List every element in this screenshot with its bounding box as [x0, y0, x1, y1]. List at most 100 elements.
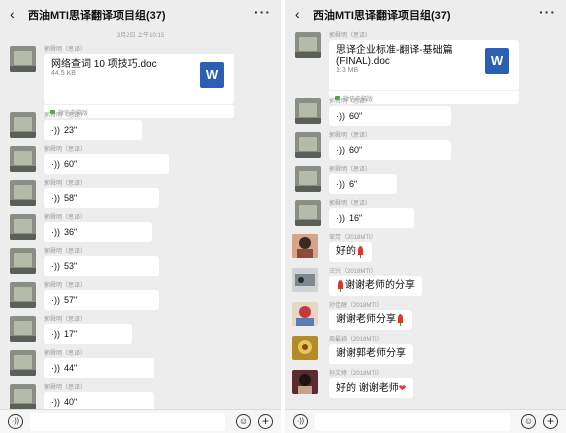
avatar[interactable] [10, 282, 36, 308]
message-input[interactable] [315, 413, 510, 431]
voice-wave-icon: ·)) [51, 261, 60, 271]
avatar[interactable] [295, 166, 321, 192]
avatar-photo [292, 234, 318, 258]
avatar-photo [292, 370, 318, 394]
avatar[interactable] [10, 248, 36, 274]
text-bubble[interactable]: 谢谢郭老师分享 [329, 344, 413, 364]
sender-name: 周最颖（2018MTI） [329, 337, 383, 343]
rose-emoji-icon [358, 246, 363, 258]
chat-screen-left: ‹ 西油MTI思译翻译项目组(37) ··· 3月2日 上午10:15 郭舜明（… [0, 0, 281, 433]
message-text: 谢谢老师的分享 [345, 280, 415, 291]
file-size: 1.3 MB [336, 67, 359, 74]
voice-wave-icon: ·)) [336, 145, 345, 155]
voice-duration: 44" [64, 363, 78, 373]
avatar[interactable] [292, 370, 318, 394]
back-arrow-icon[interactable]: ‹ [295, 6, 300, 22]
avatar[interactable] [10, 46, 36, 72]
voice-bubble[interactable]: ·)) 23" [44, 120, 142, 140]
text-bubble[interactable]: 谢谢老师分享 [329, 310, 412, 330]
voice-bubble[interactable]: ·)) 16" [329, 208, 414, 228]
sender-name: 郭舜明（思译） [44, 249, 87, 255]
voice-duration: 53" [64, 261, 78, 271]
voice-bubble[interactable]: ·)) 53" [44, 256, 159, 276]
voice-bubble[interactable]: ·)) 58" [44, 188, 159, 208]
voice-duration: 16" [349, 213, 363, 223]
plus-icon[interactable]: + [543, 414, 558, 429]
sender-name: 郭舜明（思译） [329, 201, 372, 207]
message-text: 好的 谢谢老师 [336, 383, 399, 394]
more-options-icon[interactable]: ··· [254, 4, 271, 20]
chat-title: 西油MTI思译翻译项目组(37) [313, 10, 451, 22]
voice-bubble[interactable]: ·)) 60" [329, 140, 451, 160]
avatar[interactable] [292, 268, 318, 292]
file-name: 网络查词 10 项技巧.doc [51, 59, 157, 70]
avatar[interactable] [292, 234, 318, 258]
emoji-icon[interactable]: ☺ [521, 414, 536, 429]
voice-duration: 36" [64, 227, 78, 237]
sender-name: 邹芳（2018MTI） [329, 235, 377, 241]
voice-bubble[interactable]: ·)) 44" [44, 358, 154, 378]
message-input[interactable] [30, 413, 225, 431]
voice-wave-icon: ·)) [51, 227, 60, 237]
avatar[interactable] [10, 316, 36, 342]
sender-name: 郭舜明（思译） [329, 133, 372, 139]
avatar[interactable] [292, 336, 318, 360]
voice-bubble[interactable]: ·)) 57" [44, 290, 159, 310]
file-size: 44.5 KB [51, 70, 76, 77]
avatar[interactable] [10, 384, 36, 410]
sender-name: 郭舜明（思译） [44, 351, 87, 357]
plus-icon[interactable]: + [258, 414, 273, 429]
chat-screen-right: ‹ 西油MTI思译翻译项目组(37) ··· 郭舜明（思译） 思译企业标准-翻译… [285, 0, 566, 433]
voice-toggle-icon[interactable]: ·)) [293, 414, 308, 429]
voice-toggle-icon[interactable]: ·)) [8, 414, 23, 429]
input-bar: ·)) ☺ + [0, 409, 281, 433]
avatar[interactable] [295, 98, 321, 124]
heart-emoji-icon: ❤ [398, 383, 407, 393]
voice-wave-icon: ·)) [51, 329, 60, 339]
voice-wave-icon: ·)) [51, 363, 60, 373]
voice-wave-icon: ·)) [51, 125, 60, 135]
message-text: 谢谢郭老师分享 [336, 348, 406, 359]
sender-name: 郭舜明（思译） [44, 215, 87, 221]
avatar[interactable] [10, 146, 36, 172]
avatar[interactable] [10, 214, 36, 240]
sender-name: 郭舜明（思译） [44, 181, 87, 187]
chat-header: ‹ 西油MTI思译翻译项目组(37) ··· [0, 0, 281, 28]
sender-name: 郭舜明（思译） [329, 33, 372, 39]
avatar[interactable] [295, 200, 321, 226]
sender-name: 郭舜明（思译） [44, 147, 87, 153]
chat-title: 西油MTI思译翻译项目组(37) [28, 10, 166, 22]
voice-bubble[interactable]: ·)) 6" [329, 174, 397, 194]
sender-name: 孙佳醇（2018MTI） [329, 303, 383, 309]
voice-duration: 60" [349, 145, 363, 155]
avatar[interactable] [10, 350, 36, 376]
voice-wave-icon: ·)) [336, 111, 345, 121]
file-card[interactable]: 网络查词 10 项技巧.doc 44.5 KB W 微信电脑版 [44, 54, 234, 118]
sender-name: 郭舜明（思译） [329, 167, 372, 173]
back-arrow-icon[interactable]: ‹ [10, 6, 15, 22]
rose-emoji-icon [398, 314, 403, 326]
file-card[interactable]: 思译企业标准-翻译-基础篇(FINAL).doc 1.3 MB W 微信电脑版 [329, 40, 519, 104]
emoji-icon[interactable]: ☺ [236, 414, 251, 429]
avatar[interactable] [295, 132, 321, 158]
text-bubble[interactable]: 好的 谢谢老师❤ [329, 378, 414, 398]
sender-name: 郭舜明（思译） [44, 47, 87, 53]
voice-wave-icon: ·)) [51, 159, 60, 169]
voice-bubble[interactable]: ·)) 36" [44, 222, 152, 242]
text-bubble[interactable]: 好的 [329, 242, 372, 262]
avatar[interactable] [295, 32, 321, 58]
voice-bubble[interactable]: ·)) 17" [44, 324, 132, 344]
sender-name: 孙文婷（2018MTI） [329, 371, 383, 377]
avatar[interactable] [10, 180, 36, 206]
timestamp: 3月2日 上午10:15 [116, 33, 165, 39]
voice-bubble[interactable]: ·)) 60" [44, 154, 169, 174]
more-options-icon[interactable]: ··· [539, 4, 556, 20]
word-document-icon: W [485, 48, 509, 74]
sender-name: 郭舜明（思译） [44, 385, 87, 391]
avatar-photo [292, 336, 318, 360]
avatar[interactable] [10, 112, 36, 138]
text-bubble[interactable]: 谢谢老师的分享 [329, 276, 422, 296]
sender-name: 郭舜明（思译） [44, 283, 87, 289]
avatar[interactable] [292, 302, 318, 326]
voice-bubble[interactable]: ·)) 60" [329, 106, 451, 126]
